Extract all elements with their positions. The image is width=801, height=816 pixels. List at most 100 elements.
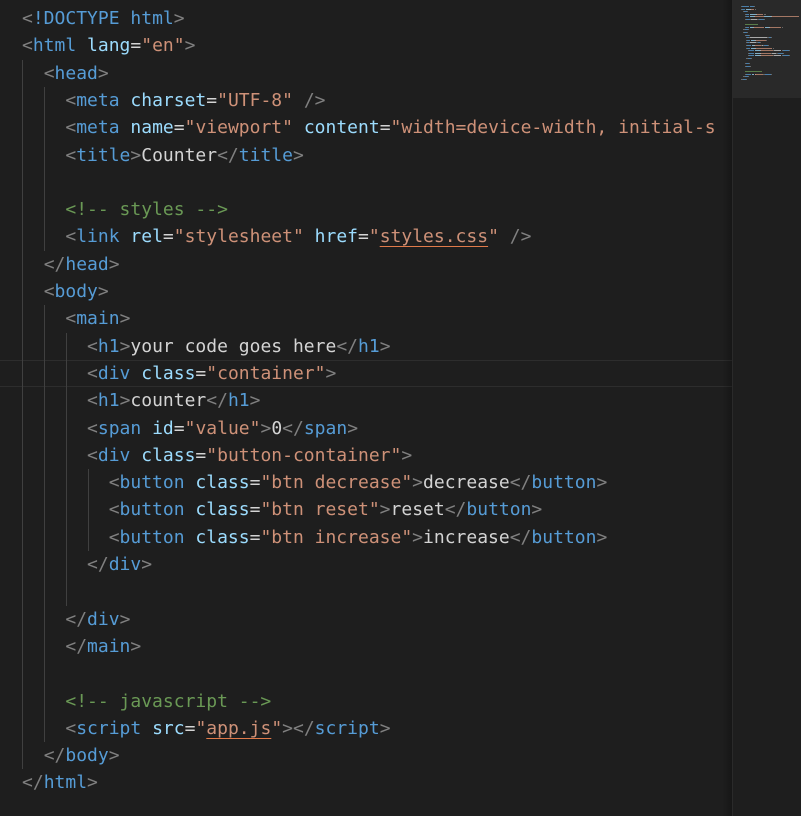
indent-guide — [65, 332, 67, 606]
code-token-attr: rel — [130, 226, 163, 248]
code-token-tag: button — [466, 499, 532, 521]
code-token-text: = — [358, 226, 369, 248]
code-token-tag: button — [119, 526, 185, 548]
code-line[interactable]: <span id="value">0</span> — [0, 415, 732, 442]
minimap-stroke — [750, 58, 752, 59]
code-token-punct: ></ — [282, 717, 315, 739]
code-token-str: "viewport" — [184, 117, 293, 139]
code-line[interactable]: <!-- javascript --> — [0, 688, 732, 715]
code-token-punct: > — [108, 253, 120, 275]
code-token-punct: > — [325, 362, 337, 384]
code-line[interactable]: <body> — [0, 278, 732, 305]
code-line[interactable] — [0, 578, 732, 605]
code-token-punct: </ — [509, 472, 532, 494]
minimap-slider[interactable] — [733, 0, 801, 98]
minimap-stroke — [747, 47, 750, 49]
code-line[interactable]: <button class="btn reset">reset</button> — [0, 496, 732, 523]
code-line[interactable]: </body> — [0, 742, 732, 769]
minimap-stroke — [749, 34, 751, 36]
minimap-stroke — [753, 26, 765, 28]
code-line[interactable]: <script src="app.js"></script> — [0, 715, 732, 742]
code-line[interactable]: <main> — [0, 305, 732, 332]
code-line[interactable]: <!-- styles --> — [0, 196, 732, 223]
minimap-stroke — [770, 26, 780, 28]
code-line[interactable]: <h1>your code goes here</h1> — [0, 333, 732, 360]
code-line[interactable]: <meta name="viewport" content="width=dev… — [0, 114, 732, 141]
code-line[interactable]: <h1>counter</h1> — [0, 387, 732, 414]
code-line[interactable]: <html lang="en"> — [0, 32, 732, 59]
minimap-stroke — [770, 37, 772, 39]
code-line[interactable] — [0, 169, 732, 196]
code-line[interactable]: </main> — [0, 633, 732, 660]
code-token-strlink: app.js — [206, 717, 272, 739]
code-line[interactable]: </div> — [0, 551, 732, 578]
code-token-punct: < — [87, 362, 98, 384]
code-token-punct: > — [173, 8, 185, 29]
code-token-attr: lang — [87, 35, 131, 57]
minimap-stroke — [750, 37, 768, 39]
minimap-stroke — [760, 50, 774, 52]
minimap-stroke — [745, 26, 750, 28]
code-token-punct: < — [87, 444, 98, 466]
code-token-punct: > — [260, 417, 272, 439]
code-line[interactable]: </div> — [0, 606, 732, 633]
code-line[interactable]: <head> — [0, 60, 732, 87]
code-token-punct: < — [65, 226, 77, 248]
code-token-punct: </ — [43, 745, 66, 767]
code-token-tag: h1 — [227, 390, 250, 412]
code-token-attr: class — [195, 526, 250, 548]
code-token-punct: </ — [206, 390, 228, 412]
code-token-punct: > — [119, 608, 131, 630]
code-line[interactable]: <title>Counter</title> — [0, 142, 732, 169]
code-token-text: = — [379, 117, 391, 139]
code-token-punct: > — [412, 472, 424, 494]
code-token-text: = — [195, 362, 207, 384]
code-line[interactable]: </html> — [0, 769, 732, 796]
code-line[interactable]: <button class="btn increase">increase</b… — [0, 524, 732, 551]
minimap-stroke — [745, 73, 751, 75]
code-line[interactable] — [0, 660, 732, 687]
code-token-text: Counter — [141, 144, 218, 166]
code-line[interactable]: <button class="btn decrease">decrease</b… — [0, 469, 732, 496]
code-token-strlink: styles.css — [379, 226, 489, 248]
code-line[interactable]: <link rel="stylesheet" href="styles.css"… — [0, 223, 732, 250]
code-editor[interactable]: <!DOCTYPE html> <html lang="en"> <head> <… — [0, 0, 732, 816]
minimap-stroke — [746, 78, 748, 80]
minimap-stroke — [741, 6, 750, 7]
code-token-punct: > — [119, 390, 131, 412]
code-token-str: " — [368, 226, 380, 248]
code-token-tag: h1 — [97, 335, 120, 357]
minimap-stroke — [781, 26, 784, 28]
code-token-tag: html — [130, 8, 174, 29]
code-token-attr: name — [130, 117, 174, 139]
code-token-punct: </ — [65, 635, 88, 657]
code-token-punct: > — [119, 335, 131, 357]
code-token-text: = — [184, 717, 196, 739]
minimap-stroke — [747, 39, 750, 41]
code-token-punct: > — [379, 499, 391, 521]
code-token-punct: < — [108, 526, 120, 548]
code-token-punct: < — [22, 35, 33, 57]
code-line[interactable]: </head> — [0, 251, 732, 278]
code-line[interactable]: <!DOCTYPE html> — [0, 5, 732, 32]
minimap[interactable] — [732, 0, 801, 816]
code-line[interactable]: <div class="container"> — [0, 360, 732, 387]
code-token-punct: > — [347, 417, 359, 439]
code-line[interactable]: <div class="button-container"> — [0, 442, 732, 469]
code-token-punct: > — [184, 35, 196, 57]
code-token-str: "UTF-8" — [217, 89, 293, 111]
code-token-str: "en" — [141, 35, 185, 57]
minimap-stroke — [747, 32, 749, 33]
indent-guide — [87, 469, 89, 551]
code-token-punct: > — [596, 472, 608, 494]
minimap-stroke — [749, 55, 755, 57]
code-line[interactable]: <meta charset="UTF-8" /> — [0, 87, 732, 114]
